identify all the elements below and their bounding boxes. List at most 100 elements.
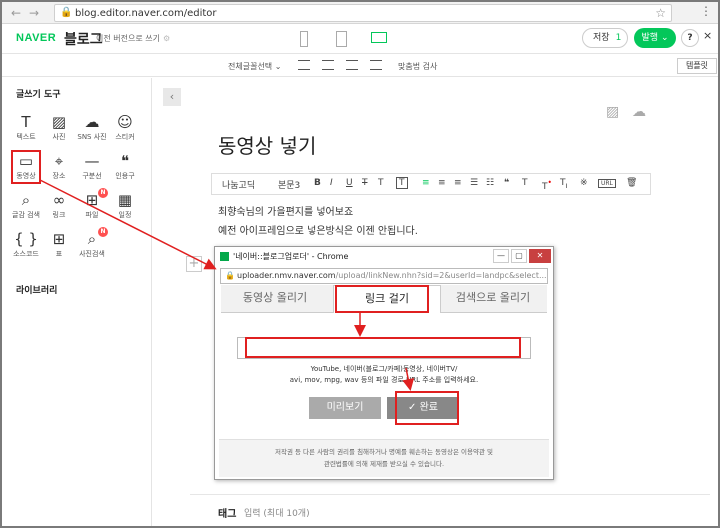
tool-text[interactable]: T 텍스트 xyxy=(10,112,42,150)
maximize-icon[interactable]: ▢ xyxy=(511,249,527,263)
help-button[interactable]: ? xyxy=(681,29,699,47)
address-bar[interactable]: 🔒 blog.editor.naver.com/editor ☆ xyxy=(54,4,672,22)
browser-toolbar: ← → 🔒 blog.editor.naver.com/editor ☆ ⋮ xyxy=(2,2,718,24)
quote-icon: ❝ xyxy=(120,152,130,170)
tag-input[interactable]: 입력 (최대 10개) xyxy=(244,506,310,519)
align-left-icon[interactable]: ≡ xyxy=(422,178,430,188)
naver-logo[interactable]: NAVER xyxy=(16,32,56,44)
tool-table[interactable]: ⊞ 표 xyxy=(43,229,75,267)
add-component-button[interactable]: + xyxy=(186,256,202,272)
popup-titlebar: '네이버::블로그업로더' - Chrome — ▢ ✕ xyxy=(215,247,553,267)
save-count: 1 xyxy=(615,33,622,43)
tool-label: SNS 사진 xyxy=(77,133,107,141)
background-color-icon[interactable]: T xyxy=(396,177,408,189)
tab-upload-video[interactable]: 동영상 올리기 xyxy=(221,285,329,313)
font-select[interactable]: 나눔고딕 xyxy=(222,178,255,191)
popup-url-main: uploader.nmv.naver.com xyxy=(237,271,336,280)
tool-sns-photo[interactable]: ☁ SNS 사진 xyxy=(76,112,108,150)
tablet-view-icon[interactable] xyxy=(336,31,347,47)
strikethrough-icon[interactable]: T xyxy=(522,178,528,188)
format-toolbar: 전체글꼴선택 ⌄ 맞춤법 검사 템플릿 xyxy=(2,55,718,77)
preview-button[interactable]: 미리보기 xyxy=(309,397,381,419)
minimize-icon[interactable]: — xyxy=(493,249,509,263)
tool-label: 파일 xyxy=(85,211,99,219)
back-icon[interactable]: ← xyxy=(8,5,24,21)
close-icon[interactable]: × xyxy=(703,29,712,42)
cover-image-icon[interactable]: ▨ xyxy=(606,104,619,120)
size-select[interactable]: 본문3 xyxy=(278,178,300,191)
line-height-icon[interactable]: ☰ xyxy=(470,178,478,188)
trash-icon[interactable]: 🗑 xyxy=(626,178,637,188)
tool-sticker[interactable]: ☺ 스티커 xyxy=(109,112,141,150)
smiley-icon: ☺ xyxy=(117,113,133,131)
address-url: blog.editor.naver.com/editor xyxy=(75,8,217,19)
writing-tools-sidebar: 글쓰기 도구 T 텍스트 ▨ 사진 ☁ SNS 사진 ☺ 스티커 ▭ 동영상 ⌖ 장소 — 구… xyxy=(2,78,152,526)
gear-icon: ⚙ xyxy=(162,34,171,43)
cloud-icon: ☁ xyxy=(84,113,100,131)
body-line-1[interactable]: 최향숙님의 가을편지를 넣어보죠 xyxy=(218,203,353,218)
align-justify-icon[interactable] xyxy=(370,60,382,70)
font-color-icon[interactable]: T xyxy=(378,178,384,188)
tool-label: 구분선 xyxy=(82,172,102,180)
tag-title: 태그 xyxy=(218,509,237,520)
tool-file[interactable]: ⊞ 파일 N xyxy=(76,188,108,228)
cloud-upload-icon[interactable]: ☁ xyxy=(632,104,646,120)
align-left-icon[interactable] xyxy=(298,60,310,70)
select-all-dropdown[interactable]: 전체글꼴선택 ⌄ xyxy=(228,61,281,72)
collapse-sidebar-button[interactable]: ‹ xyxy=(163,88,181,106)
tool-link[interactable]: ∞ 링크 xyxy=(43,190,75,228)
tag-divider xyxy=(190,494,710,495)
tool-schedule[interactable]: ▦ 일정 xyxy=(109,190,141,228)
tool-source-code[interactable]: { } 소스코드 xyxy=(10,229,42,267)
superscript-icon[interactable]: T• xyxy=(542,178,552,192)
library-title: 라이브러리 xyxy=(16,286,58,296)
forward-icon[interactable]: → xyxy=(26,5,42,21)
strike-icon[interactable]: T xyxy=(362,178,368,188)
italic-icon[interactable]: I xyxy=(330,178,333,188)
tab-search-upload[interactable]: 검색으로 올리기 xyxy=(439,285,547,313)
divider-icon: — xyxy=(84,152,100,170)
list-icon[interactable]: ☷ xyxy=(486,178,494,188)
subscript-icon[interactable]: Tı xyxy=(560,178,568,190)
new-badge: N xyxy=(98,227,108,237)
tool-photo-search[interactable]: ⌕ 사진검색 N xyxy=(76,227,108,267)
tool-label: 글감 검색 xyxy=(12,211,40,219)
lock-icon: 🔒 xyxy=(225,271,235,280)
tool-quote[interactable]: ❝ 인용구 xyxy=(109,151,141,189)
writing-tools-title: 글쓰기 도구 xyxy=(16,90,61,100)
popup-title: '네이버::블로그업로더' - Chrome xyxy=(233,252,349,261)
photo-icon: ▨ xyxy=(51,113,67,131)
spellcheck-button[interactable]: 맞춤법 검사 xyxy=(398,61,437,72)
tool-label: 스티커 xyxy=(115,133,135,141)
tool-divider[interactable]: — 구분선 xyxy=(76,151,108,189)
special-char-icon[interactable]: ※ xyxy=(580,178,588,188)
prev-version-link[interactable]: 이전 버전으로 쓰기 ⚙ xyxy=(96,33,170,44)
bold-icon[interactable]: B xyxy=(314,178,321,188)
browser-menu-icon[interactable]: ⋮ xyxy=(700,4,712,18)
mobile-view-icon[interactable] xyxy=(300,31,308,47)
align-right-icon[interactable]: ≡ xyxy=(454,178,462,188)
align-right-icon[interactable] xyxy=(346,60,358,70)
tool-label: 표 xyxy=(55,250,63,258)
tool-photo[interactable]: ▨ 사진 xyxy=(43,112,75,150)
tool-place[interactable]: ⌖ 장소 xyxy=(43,151,75,189)
post-title[interactable]: 동영상 넣기 xyxy=(218,130,316,159)
save-button[interactable]: 저장 1 xyxy=(582,28,628,48)
close-icon[interactable]: ✕ xyxy=(529,249,551,263)
select-all-label: 전체글꼴선택 xyxy=(228,62,273,71)
tool-label: 일정 xyxy=(118,211,132,219)
publish-button[interactable]: 발행 ⌄ xyxy=(634,28,676,48)
url-icon[interactable]: URL xyxy=(598,179,616,188)
bookmark-star-icon[interactable]: ☆ xyxy=(655,6,666,20)
template-button[interactable]: 템플릿 xyxy=(677,58,717,74)
pc-view-icon[interactable] xyxy=(371,32,387,43)
align-center-icon[interactable] xyxy=(322,60,334,70)
highlight-link-tab xyxy=(335,285,429,313)
align-center-icon[interactable]: ≡ xyxy=(438,178,446,188)
popup-address-bar[interactable]: 🔒 uploader.nmv.naver.com/upload/linkNew.… xyxy=(220,268,548,284)
footer-line-2: 관련법률에 의해 제재를 받으실 수 있습니다. xyxy=(323,460,445,468)
body-line-2[interactable]: 예전 아이프레임으로 넣은방식은 이젠 안됩니다. xyxy=(218,222,418,237)
quote-icon[interactable]: ❝ xyxy=(504,178,509,188)
underline-icon[interactable]: U xyxy=(346,178,353,188)
tool-material-search[interactable]: ⌕ 글감 검색 xyxy=(10,190,42,228)
